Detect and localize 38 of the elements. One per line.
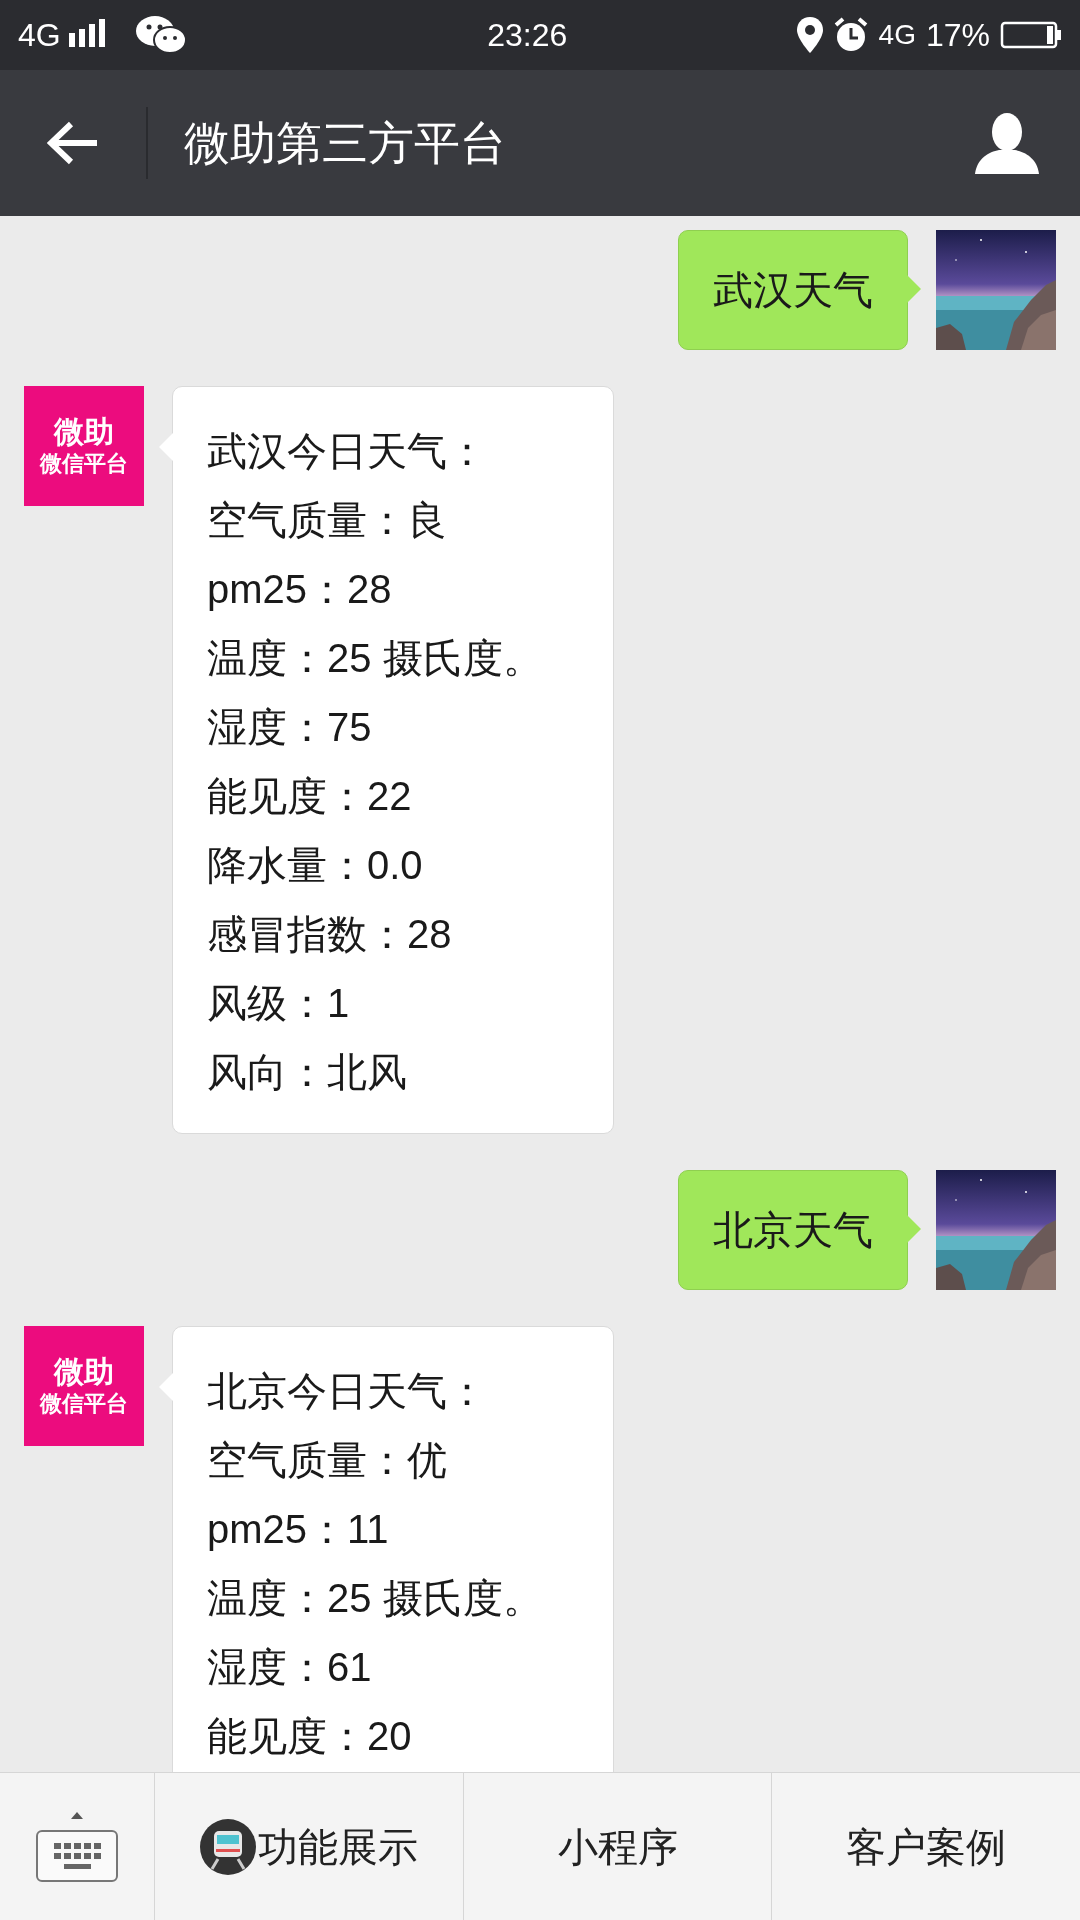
message-line: pm25：28 xyxy=(207,566,393,613)
menu-item[interactable]: 小程序 xyxy=(463,1773,773,1920)
bot-avatar[interactable]: 微助 微信平台 xyxy=(24,386,144,506)
back-arrow-icon xyxy=(47,121,99,165)
message-text: 武汉天气 xyxy=(713,267,873,314)
message-line: 降水量：0.0 xyxy=(207,842,424,889)
menu-item[interactable]: 功能展示 xyxy=(155,1773,464,1920)
avatar-title: 微助 xyxy=(54,1354,114,1390)
keyboard-icon xyxy=(36,1810,118,1883)
message-line: 温度：25 摄氏度。 xyxy=(207,635,544,682)
battery-icon xyxy=(1000,21,1062,49)
message-text: 北京天气 xyxy=(713,1207,873,1254)
avatar-subtitle: 微信平台 xyxy=(40,450,128,478)
avatar-subtitle: 微信平台 xyxy=(40,1390,128,1418)
message-line: 能见度：20 xyxy=(207,1713,413,1760)
avatar-title: 微助 xyxy=(54,414,114,450)
message-line: 温度：25 摄氏度。 xyxy=(207,1575,544,1622)
network-type: 4G xyxy=(18,16,61,55)
message-line: 武汉今日天气： xyxy=(207,428,488,475)
message-line: 感冒指数：28 xyxy=(207,911,453,958)
bot-avatar[interactable]: 微助 微信平台 xyxy=(24,1326,144,1446)
message-line: 能见度：22 xyxy=(207,773,413,820)
data-type: 4G xyxy=(878,21,916,49)
message-line: 湿度：61 xyxy=(207,1644,373,1691)
message-line: 空气质量：优 xyxy=(207,1437,448,1484)
chat-title: 微助第三方平台 xyxy=(184,115,507,171)
location-pin-icon xyxy=(796,17,823,53)
message-line: 风向：北风 xyxy=(207,1049,408,1096)
message-line: 湿度：75 xyxy=(207,704,373,751)
menu-item[interactable]: 客户案例 xyxy=(772,1773,1080,1920)
battery-percent: 17% xyxy=(925,16,990,55)
clock-time: 23:26 xyxy=(486,16,569,55)
person-icon xyxy=(975,112,1039,174)
message-line: 北京今日天气： xyxy=(207,1368,488,1415)
alarm-clock-icon xyxy=(832,17,869,53)
message-line: 风级：1 xyxy=(207,980,351,1027)
message-line: 空气质量：良 xyxy=(207,497,448,544)
message-line: pm25：11 xyxy=(207,1506,390,1553)
